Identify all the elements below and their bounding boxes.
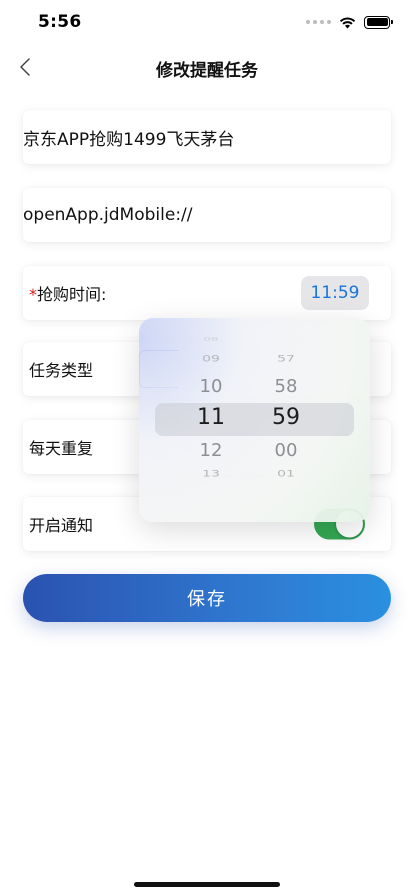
- home-indicator: [134, 882, 280, 887]
- hour-option[interactable]: 12: [181, 440, 241, 461]
- notification-label: 开启通知: [29, 516, 94, 535]
- status-icons: [306, 14, 393, 30]
- purchase-time-label-text: 抢购时间:: [37, 285, 107, 304]
- save-button[interactable]: 保存: [23, 574, 391, 622]
- minute-option-selected[interactable]: 59: [256, 405, 316, 430]
- nav-bar: 修改提醒任务: [0, 44, 414, 90]
- minute-option[interactable]: 58: [256, 376, 316, 397]
- hour-option[interactable]: 09: [181, 354, 241, 364]
- hour-option: 08: [203, 336, 219, 342]
- hour-option[interactable]: 10: [181, 376, 241, 397]
- battery-icon: [364, 15, 393, 29]
- url-scheme-field[interactable]: openApp.jdMobile://: [23, 188, 391, 242]
- time-picker-popover[interactable]: 08 09 10 11 12 13 57 58 59 00 01: [139, 318, 370, 522]
- task-type-label: 任务类型: [29, 361, 94, 380]
- hour-option-selected[interactable]: 11: [181, 405, 241, 430]
- purchase-time-row: *抢购时间: 11:59: [23, 266, 391, 320]
- purchase-time-label: *抢购时间:: [29, 281, 106, 305]
- task-name-value: 京东APP抢购1499飞天茅台: [23, 129, 235, 150]
- time-value-chip[interactable]: 11:59: [301, 276, 369, 310]
- task-name-field[interactable]: 京东APP抢购1499飞天茅台: [23, 110, 391, 164]
- minute-option[interactable]: 57: [256, 354, 316, 364]
- minute-option[interactable]: 01: [256, 469, 316, 479]
- minute-option[interactable]: 00: [256, 440, 316, 461]
- required-mark: *: [29, 285, 37, 304]
- repeat-daily-label: 每天重复: [29, 439, 94, 458]
- wifi-icon: [339, 17, 356, 28]
- status-bar: 5:56: [0, 0, 414, 44]
- page-title: 修改提醒任务: [156, 61, 258, 81]
- hour-option[interactable]: 13: [181, 469, 241, 479]
- status-time: 5:56: [38, 12, 82, 32]
- cellular-signal-icon: [306, 20, 331, 24]
- url-scheme-value: openApp.jdMobile://: [23, 205, 193, 225]
